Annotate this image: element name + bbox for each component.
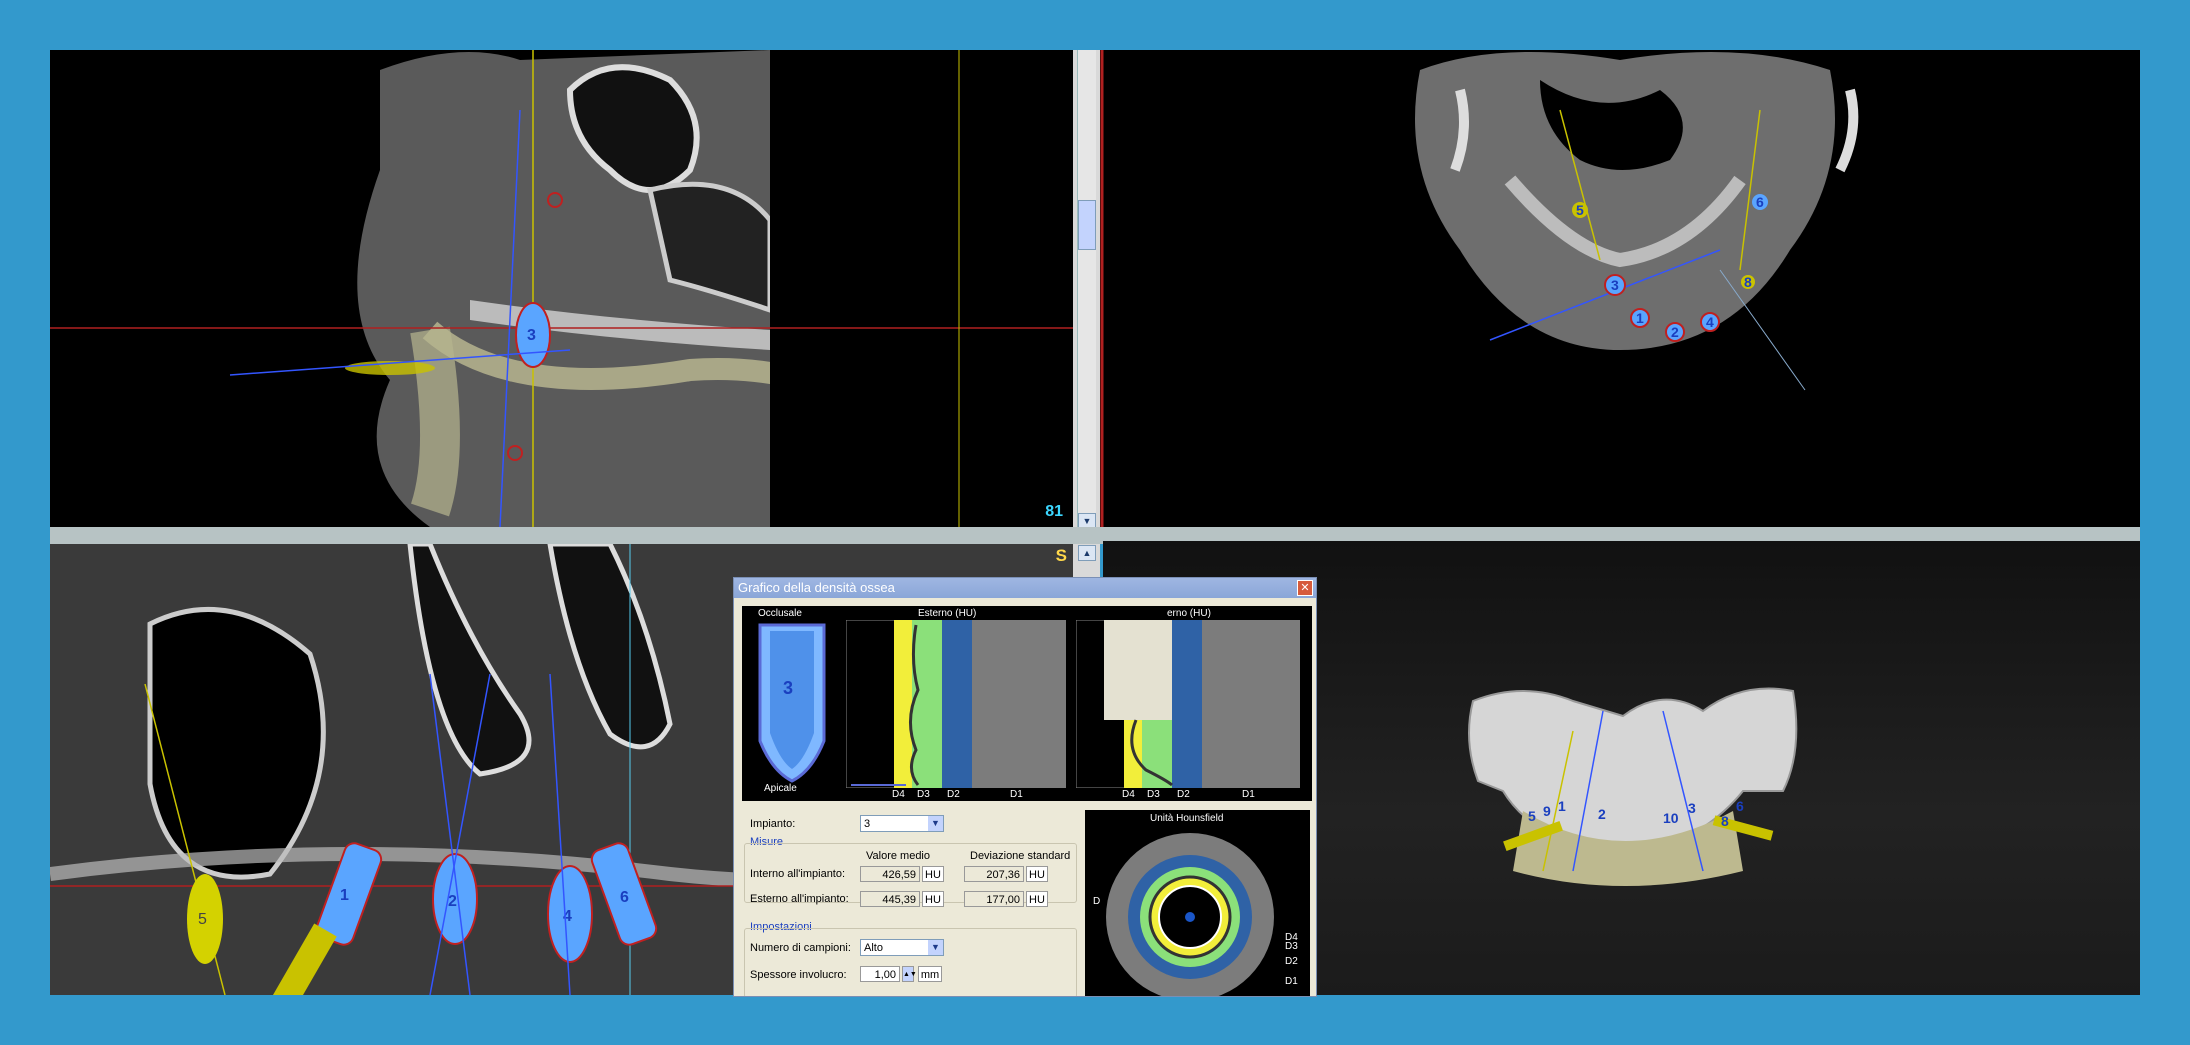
int-class-d4: D4: [1122, 789, 1135, 800]
hounsfield-rings: [1106, 833, 1274, 996]
ext-class-d2: D2: [947, 789, 960, 800]
axial-view[interactable]: 5 3 1 2 4 6 8: [1100, 50, 2140, 530]
std-column-header: Deviazione standard: [970, 850, 1071, 862]
sagittal-view[interactable]: 3 81: [50, 50, 1073, 527]
external-std-unit: HU: [1026, 891, 1048, 907]
implant-label: Impianto:: [750, 818, 796, 830]
implant-label: 6: [1736, 798, 1744, 814]
chevron-down-icon[interactable]: ▼: [928, 940, 943, 955]
dialog-form: Impianto: 3 ▼ Misure Valore medio Deviaz…: [742, 810, 1077, 996]
svg-text:6: 6: [620, 889, 629, 906]
ring-label-d1: D1: [1285, 976, 1298, 987]
samples-select-value: Alto: [864, 942, 883, 954]
implant-select[interactable]: 3 ▼: [860, 815, 944, 832]
scroll-up-button[interactable]: ▲: [1078, 545, 1096, 561]
internal-std-unit: HU: [1026, 866, 1048, 882]
external-hu-label: Esterno (HU): [918, 608, 977, 619]
slice-scrollbar[interactable]: ▼ ▲: [1077, 50, 1096, 561]
ring-label-d3: D3: [1285, 941, 1298, 952]
hounsfield-legend: Unità Hounsfield D D4 D3 D2 D1: [1085, 810, 1310, 996]
external-row-label: Esterno all'impianto:: [750, 893, 849, 905]
sagittal-ct-image: 3: [50, 50, 1073, 527]
thickness-unit: mm: [918, 966, 942, 982]
implant-label: 10: [1663, 810, 1679, 826]
implant-label: 8: [1721, 813, 1729, 829]
implant-select-value: 3: [864, 818, 871, 830]
internal-row-label: Interno all'impianto:: [750, 868, 846, 880]
scrollbar-thumb[interactable]: [1078, 200, 1096, 250]
thickness-label: Spessore involucro:: [750, 969, 847, 981]
ext-class-d4: D4: [892, 789, 905, 800]
external-density-chart: [846, 620, 1066, 788]
implant-label: 5: [1576, 202, 1584, 218]
implant-label: 2: [1671, 324, 1679, 340]
implant-label: 4: [1706, 314, 1714, 330]
implant-label: 3: [1688, 800, 1696, 816]
implant-label: 8: [1744, 274, 1752, 290]
implant-label: 9: [1543, 803, 1551, 819]
implant-label: 1: [1558, 798, 1566, 814]
apical-label: Apicale: [764, 783, 797, 794]
close-icon[interactable]: ✕: [1297, 580, 1313, 596]
internal-mean-value: 426,59: [860, 866, 920, 882]
ring-label-d2: D2: [1285, 956, 1298, 967]
bone-density-dialog[interactable]: Grafico della densità ossea ✕ Occlusale …: [733, 577, 1317, 997]
implant-label: 5: [1528, 808, 1536, 824]
svg-text:1: 1: [340, 887, 349, 904]
internal-density-chart: [1076, 620, 1300, 788]
int-class-d1: D1: [1242, 789, 1255, 800]
external-std-value: 177,00: [964, 891, 1024, 907]
implant-schematic: [758, 623, 826, 783]
svg-text:5: 5: [198, 911, 207, 928]
internal-hu-label: erno (HU): [1167, 608, 1211, 619]
occlusal-label: Occlusale: [758, 608, 802, 619]
int-class-d3: D3: [1147, 789, 1160, 800]
samples-select[interactable]: Alto ▼: [860, 939, 944, 956]
thickness-spinner[interactable]: ▲▼: [902, 966, 917, 982]
implant-label: 3: [1611, 277, 1619, 293]
dialog-title: Grafico della densità ossea: [738, 580, 895, 595]
samples-label: Numero di campioni:: [750, 942, 851, 954]
svg-text:3: 3: [527, 327, 536, 344]
internal-std-value: 207,36: [964, 866, 1024, 882]
chevron-down-icon[interactable]: ▼: [928, 816, 943, 831]
external-mean-value: 445,39: [860, 891, 920, 907]
implant-label: 6: [1756, 194, 1764, 210]
axial-ct-image: 5 3 1 2 4 6 8: [1100, 50, 2140, 530]
thickness-input[interactable]: 1,00: [860, 966, 900, 982]
orientation-label: S: [1055, 546, 1067, 565]
implant-label: 1: [1636, 310, 1644, 326]
implant-label: 2: [1598, 806, 1606, 822]
internal-mean-unit: HU: [922, 866, 944, 882]
ext-class-d1: D1: [1010, 789, 1023, 800]
ring-side-label: D: [1093, 896, 1101, 907]
implant-badge: 3: [783, 678, 794, 698]
mean-column-header: Valore medio: [866, 850, 930, 862]
slice-number: 81: [1045, 503, 1063, 520]
external-mean-unit: HU: [922, 891, 944, 907]
dialog-titlebar[interactable]: Grafico della densità ossea ✕: [734, 578, 1316, 598]
hounsfield-title: Unità Hounsfield: [1150, 813, 1224, 824]
ext-class-d3: D3: [917, 789, 930, 800]
density-graphs: Occlusale 3 Apicale Esterno (HU) D4 D3 D…: [742, 606, 1312, 801]
int-class-d2: D2: [1177, 789, 1190, 800]
